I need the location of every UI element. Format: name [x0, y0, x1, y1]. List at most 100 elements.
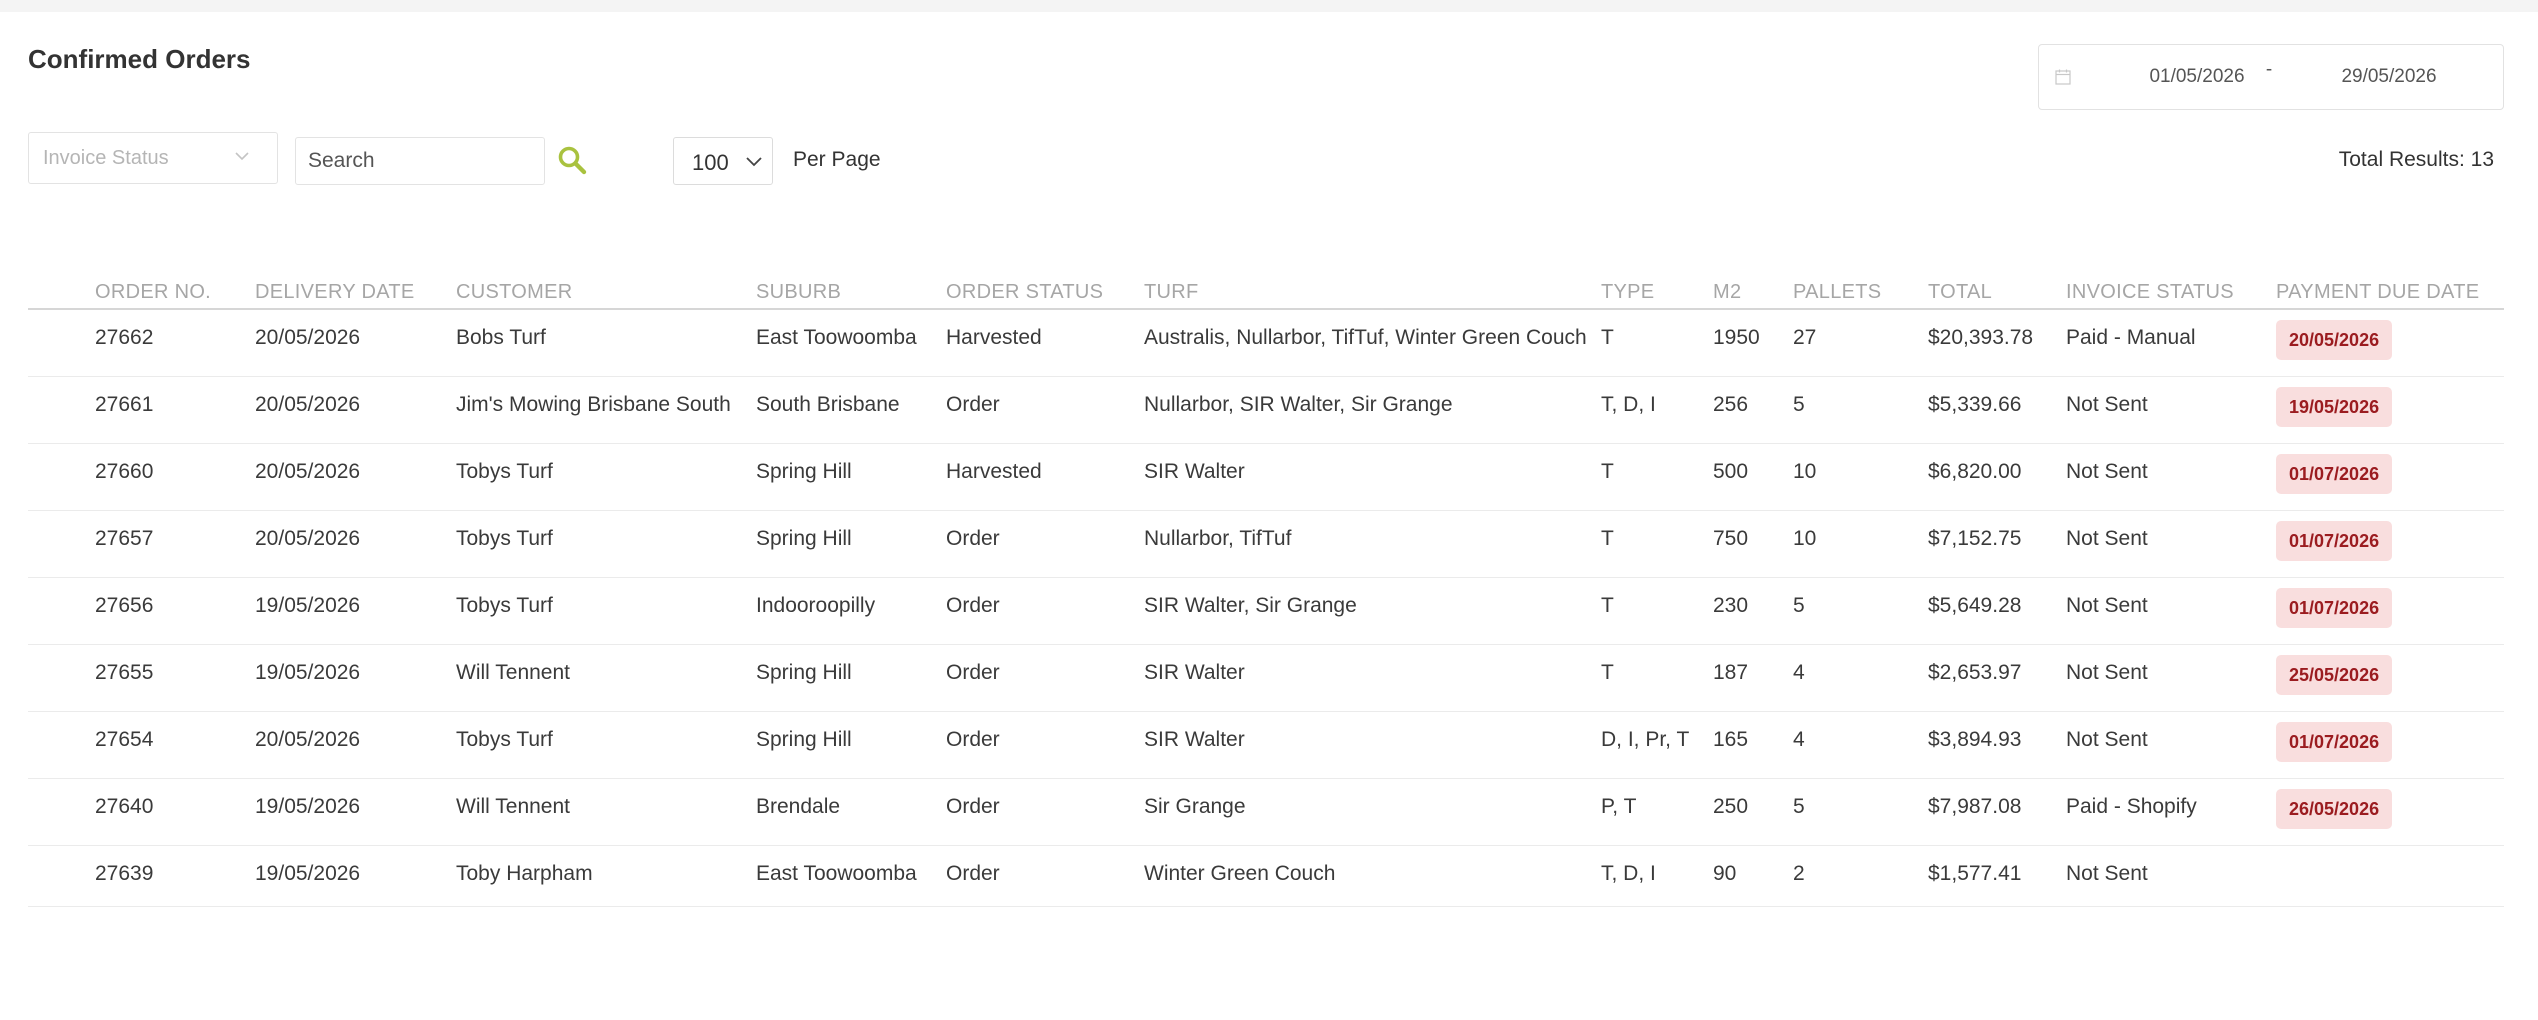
cell-customer: Tobys Turf: [456, 577, 756, 645]
table-row[interactable]: 27661 20/05/2026 Jim's Mowing Brisbane Sou…: [28, 376, 2504, 444]
column-header-payment-due[interactable]: PAYMENT DUE DATE: [2276, 224, 2504, 310]
cell-text: 165: [1713, 728, 1749, 751]
cell-order-status: Order: [946, 510, 1144, 578]
cell-m2: 500: [1713, 443, 1793, 511]
cell-m2: 250: [1713, 778, 1793, 846]
cell-turf: Sir Grange: [1144, 778, 1601, 846]
cell-text: 20/05/2026: [255, 326, 361, 349]
cell-text: Spring Hill: [756, 661, 852, 684]
date-range-picker[interactable]: 01/05/2026 - 29/05/2026: [2038, 44, 2504, 110]
cell-text: East Toowoomba: [756, 326, 917, 349]
date-from[interactable]: 01/05/2026: [2117, 66, 2277, 88]
column-header-label: ORDER NO.: [95, 281, 212, 303]
cell-text: Harvested: [946, 326, 1042, 349]
cell-invoice-status: Not Sent: [2066, 577, 2276, 645]
column-header-turf[interactable]: TURF: [1144, 224, 1601, 310]
table-row[interactable]: 27662 20/05/2026 Bobs Turf East Toowoomba Ha…: [28, 309, 2504, 377]
cell-text: Not Sent: [2066, 527, 2148, 550]
cell-type: T, D, I: [1601, 845, 1713, 907]
cell-text: Tobys Turf: [456, 527, 553, 550]
cell-type: T: [1601, 443, 1713, 511]
cell-delivery-date: 20/05/2026: [255, 510, 456, 578]
cell-type: D, I, Pr, T: [1601, 711, 1713, 779]
cell-text: Sir Grange: [1144, 795, 1246, 818]
cell-payment-due: 01/07/2026: [2276, 711, 2504, 779]
cell-text: $6,820.00: [1928, 460, 2022, 483]
cell-payment-due: 01/07/2026: [2276, 443, 2504, 511]
cell-text: 27660: [95, 460, 154, 483]
column-header-delivery-date[interactable]: DELIVERY DATE: [255, 224, 456, 310]
total-results: Total Results: 13: [2338, 148, 2494, 171]
cell-delivery-date: 19/05/2026: [255, 644, 456, 712]
payment-due-badge: 19/05/2026: [2276, 387, 2393, 427]
cell-text: 20/05/2026: [255, 527, 361, 550]
cell-payment-due: 20/05/2026: [2276, 309, 2504, 377]
column-header-pallets[interactable]: PALLETS: [1793, 224, 1928, 310]
cell-text: 2: [1793, 862, 1805, 885]
cell-suburb: Spring Hill: [756, 443, 946, 511]
table-row[interactable]: 27660 20/05/2026 Tobys Turf Spring Hill Harv…: [28, 443, 2504, 511]
column-header-m2[interactable]: M2: [1713, 224, 1793, 310]
search-icon[interactable]: [556, 144, 588, 176]
date-to[interactable]: 29/05/2026: [2309, 66, 2469, 88]
cell-pallets: 2: [1793, 845, 1928, 907]
cell-customer: Tobys Turf: [456, 711, 756, 779]
cell-text: SIR Walter: [1144, 661, 1245, 684]
cell-turf: SIR Walter: [1144, 711, 1601, 779]
cell-order-no: 27639: [28, 845, 255, 907]
cell-suburb: Spring Hill: [756, 711, 946, 779]
per-page-select[interactable]: 100: [673, 137, 773, 185]
table-row[interactable]: 27657 20/05/2026 Tobys Turf Spring Hill Orde…: [28, 510, 2504, 578]
cell-text: Will Tennent: [456, 795, 571, 818]
cell-turf: Nullarbor, TifTuf: [1144, 510, 1601, 578]
cell-text: 10: [1793, 527, 1817, 550]
payment-due-badge: 26/05/2026: [2276, 789, 2393, 829]
cell-text: D, I, Pr, T: [1601, 728, 1690, 751]
cell-pallets: 5: [1793, 376, 1928, 444]
cell-total: $20,393.78: [1928, 309, 2066, 377]
search-input[interactable]: [295, 137, 545, 185]
cell-text: $5,649.28: [1928, 594, 2022, 617]
cell-total: $1,577.41: [1928, 845, 2066, 907]
column-header-customer[interactable]: CUSTOMER: [456, 224, 756, 310]
cell-payment-due: 25/05/2026: [2276, 644, 2504, 712]
cell-turf: SIR Walter: [1144, 644, 1601, 712]
invoice-status-select[interactable]: Invoice Status: [28, 132, 278, 184]
table-row[interactable]: 27640 19/05/2026 Will Tennent Brendale Order…: [28, 778, 2504, 846]
column-header-invoice-status[interactable]: INVOICE STATUS: [2066, 224, 2276, 310]
table-row[interactable]: 27655 19/05/2026 Will Tennent Spring Hill Or…: [28, 644, 2504, 712]
cell-order-status: Order: [946, 711, 1144, 779]
cell-order-status: Order: [946, 845, 1144, 907]
column-header-type[interactable]: TYPE: [1601, 224, 1713, 310]
cell-delivery-date: 20/05/2026: [255, 711, 456, 779]
cell-suburb: Brendale: [756, 778, 946, 846]
payment-due-badge: 25/05/2026: [2276, 655, 2393, 695]
cell-text: 5: [1793, 393, 1805, 416]
cell-m2: 230: [1713, 577, 1793, 645]
cell-type: P, T: [1601, 778, 1713, 846]
column-header-order-no[interactable]: ORDER NO.: [28, 224, 255, 310]
cell-invoice-status: Not Sent: [2066, 845, 2276, 907]
cell-text: Order: [946, 594, 1000, 617]
cell-order-no: 27654: [28, 711, 255, 779]
cell-text: Paid - Manual: [2066, 326, 2196, 349]
cell-m2: 90: [1713, 845, 1793, 907]
cell-total: $7,152.75: [1928, 510, 2066, 578]
cell-text: 500: [1713, 460, 1749, 483]
cell-invoice-status: Not Sent: [2066, 644, 2276, 712]
column-header-total[interactable]: TOTAL: [1928, 224, 2066, 310]
table-row[interactable]: 27656 19/05/2026 Tobys Turf Indooroopilly Or…: [28, 577, 2504, 645]
column-header-order-status[interactable]: ORDER STATUS: [946, 224, 1144, 310]
cell-text: SIR Walter: [1144, 728, 1245, 751]
column-header-label: TYPE: [1601, 281, 1655, 303]
table-row[interactable]: 27654 20/05/2026 Tobys Turf Spring Hill Orde…: [28, 711, 2504, 779]
cell-text: T: [1601, 594, 1614, 617]
cell-invoice-status: Paid - Shopify: [2066, 778, 2276, 846]
cell-invoice-status: Not Sent: [2066, 443, 2276, 511]
cell-text: Order: [946, 862, 1000, 885]
cell-m2: 187: [1713, 644, 1793, 712]
table-row[interactable]: 27639 19/05/2026 Toby Harpham East Toowoomb…: [28, 845, 2504, 907]
cell-order-no: 27656: [28, 577, 255, 645]
column-header-suburb[interactable]: SUBURB: [756, 224, 946, 310]
cell-text: 19/05/2026: [255, 594, 361, 617]
